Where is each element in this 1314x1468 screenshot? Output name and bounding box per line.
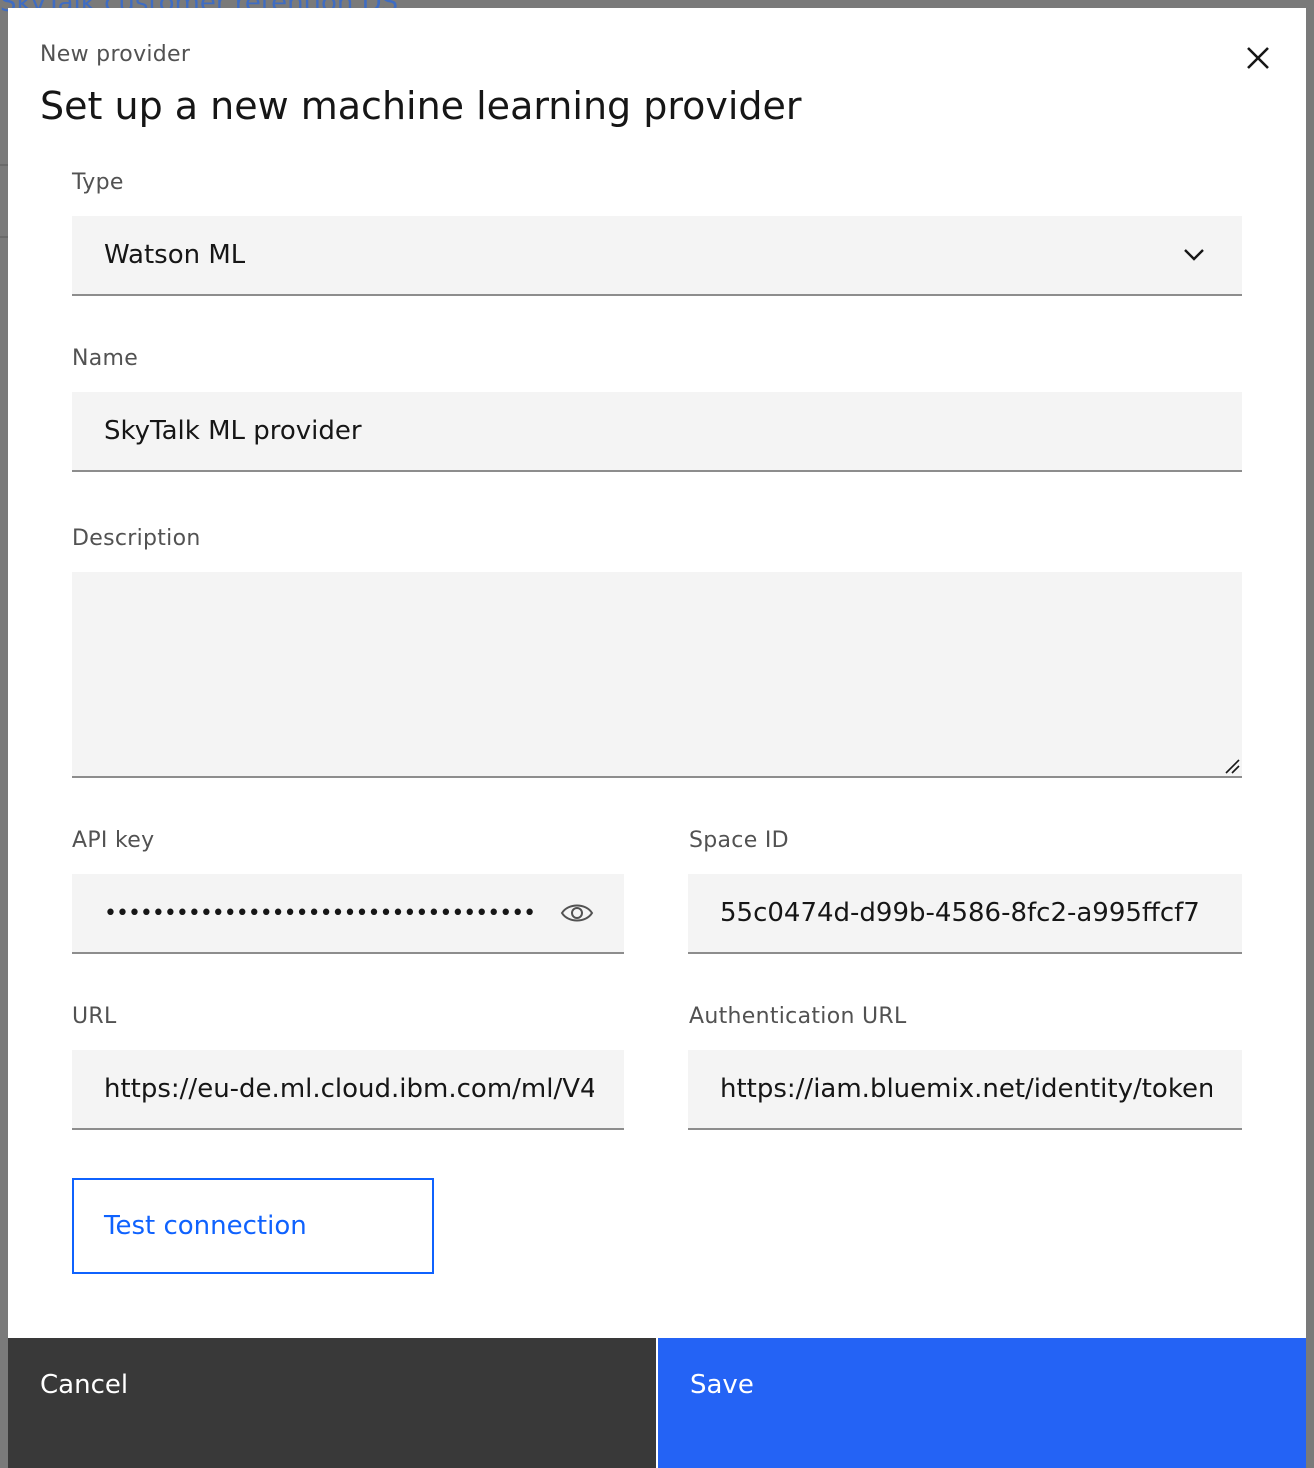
chevron-down-icon <box>1184 249 1204 261</box>
type-select[interactable]: Watson ML <box>72 216 1242 296</box>
api-key-masked-value: ••••••••••••••••••••••••••••••••••••••••… <box>104 900 534 926</box>
type-selected-value: Watson ML <box>104 240 246 270</box>
api-key-label: API key <box>72 828 155 853</box>
new-provider-modal: New provider Set up a new machine learni… <box>8 8 1306 1468</box>
url-value: https://eu-de.ml.cloud.ibm.com/ml/V4 <box>104 1074 594 1104</box>
modal-footer: Cancel Save <box>8 1338 1306 1468</box>
api-key-input[interactable]: ••••••••••••••••••••••••••••••••••••••••… <box>72 874 624 954</box>
auth-url-label: Authentication URL <box>689 1004 907 1029</box>
test-connection-button[interactable]: Test connection <box>72 1178 434 1274</box>
modal-heading: Set up a new machine learning provider <box>40 84 802 128</box>
space-id-label: Space ID <box>689 828 789 853</box>
cancel-button[interactable]: Cancel <box>8 1338 656 1468</box>
type-label: Type <box>72 170 124 195</box>
space-id-value: 55c0474d-d99b-4586-8fc2-a995ffcf7 <box>720 898 1200 928</box>
show-password-eye-icon[interactable] <box>560 899 594 927</box>
url-input[interactable]: https://eu-de.ml.cloud.ibm.com/ml/V4 <box>72 1050 624 1130</box>
close-icon <box>1247 47 1269 69</box>
modal-label: New provider <box>40 42 191 67</box>
auth-url-value: https://iam.bluemix.net/identity/token <box>720 1074 1212 1104</box>
resize-handle-icon[interactable] <box>1224 758 1240 774</box>
description-textarea[interactable] <box>72 572 1242 778</box>
name-value: SkyTalk ML provider <box>104 416 362 446</box>
save-button[interactable]: Save <box>658 1338 1306 1468</box>
name-label: Name <box>72 346 139 371</box>
auth-url-input[interactable]: https://iam.bluemix.net/identity/token <box>688 1050 1242 1130</box>
background-divider <box>0 164 8 166</box>
name-input[interactable]: SkyTalk ML provider <box>72 392 1242 472</box>
url-label: URL <box>72 1004 117 1029</box>
description-label: Description <box>72 526 201 551</box>
close-button[interactable] <box>1236 36 1280 80</box>
space-id-input[interactable]: 55c0474d-d99b-4586-8fc2-a995ffcf7 <box>688 874 1242 954</box>
background-divider <box>0 236 8 238</box>
